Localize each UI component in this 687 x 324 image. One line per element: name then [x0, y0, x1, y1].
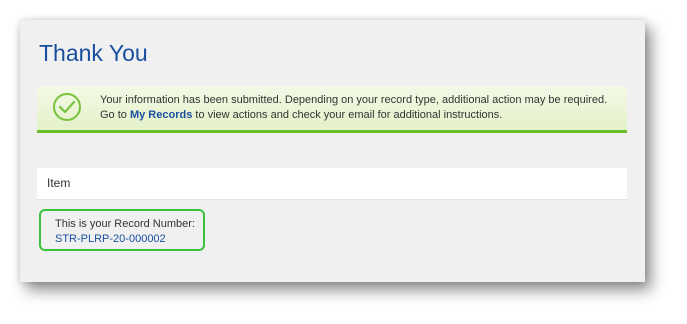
- item-label: Item: [47, 176, 71, 190]
- my-records-link[interactable]: My Records: [130, 109, 192, 121]
- confirmation-panel: Thank You Your information has been subm…: [20, 20, 645, 282]
- record-number-link[interactable]: STR-PLRP-20-000002: [55, 233, 166, 245]
- page-title: Thank You: [39, 40, 148, 66]
- record-number-box: This is your Record Number: STR-PLRP-20-…: [39, 209, 205, 251]
- record-number-label: This is your Record Number:: [55, 218, 195, 230]
- success-banner: Your information has been submitted. Dep…: [37, 86, 627, 133]
- checkmark-circle-icon: [53, 93, 81, 121]
- item-header-row: Item: [37, 168, 627, 200]
- banner-text-after: to view actions and check your email for…: [192, 109, 503, 121]
- banner-message: Your information has been submitted. Dep…: [100, 93, 622, 123]
